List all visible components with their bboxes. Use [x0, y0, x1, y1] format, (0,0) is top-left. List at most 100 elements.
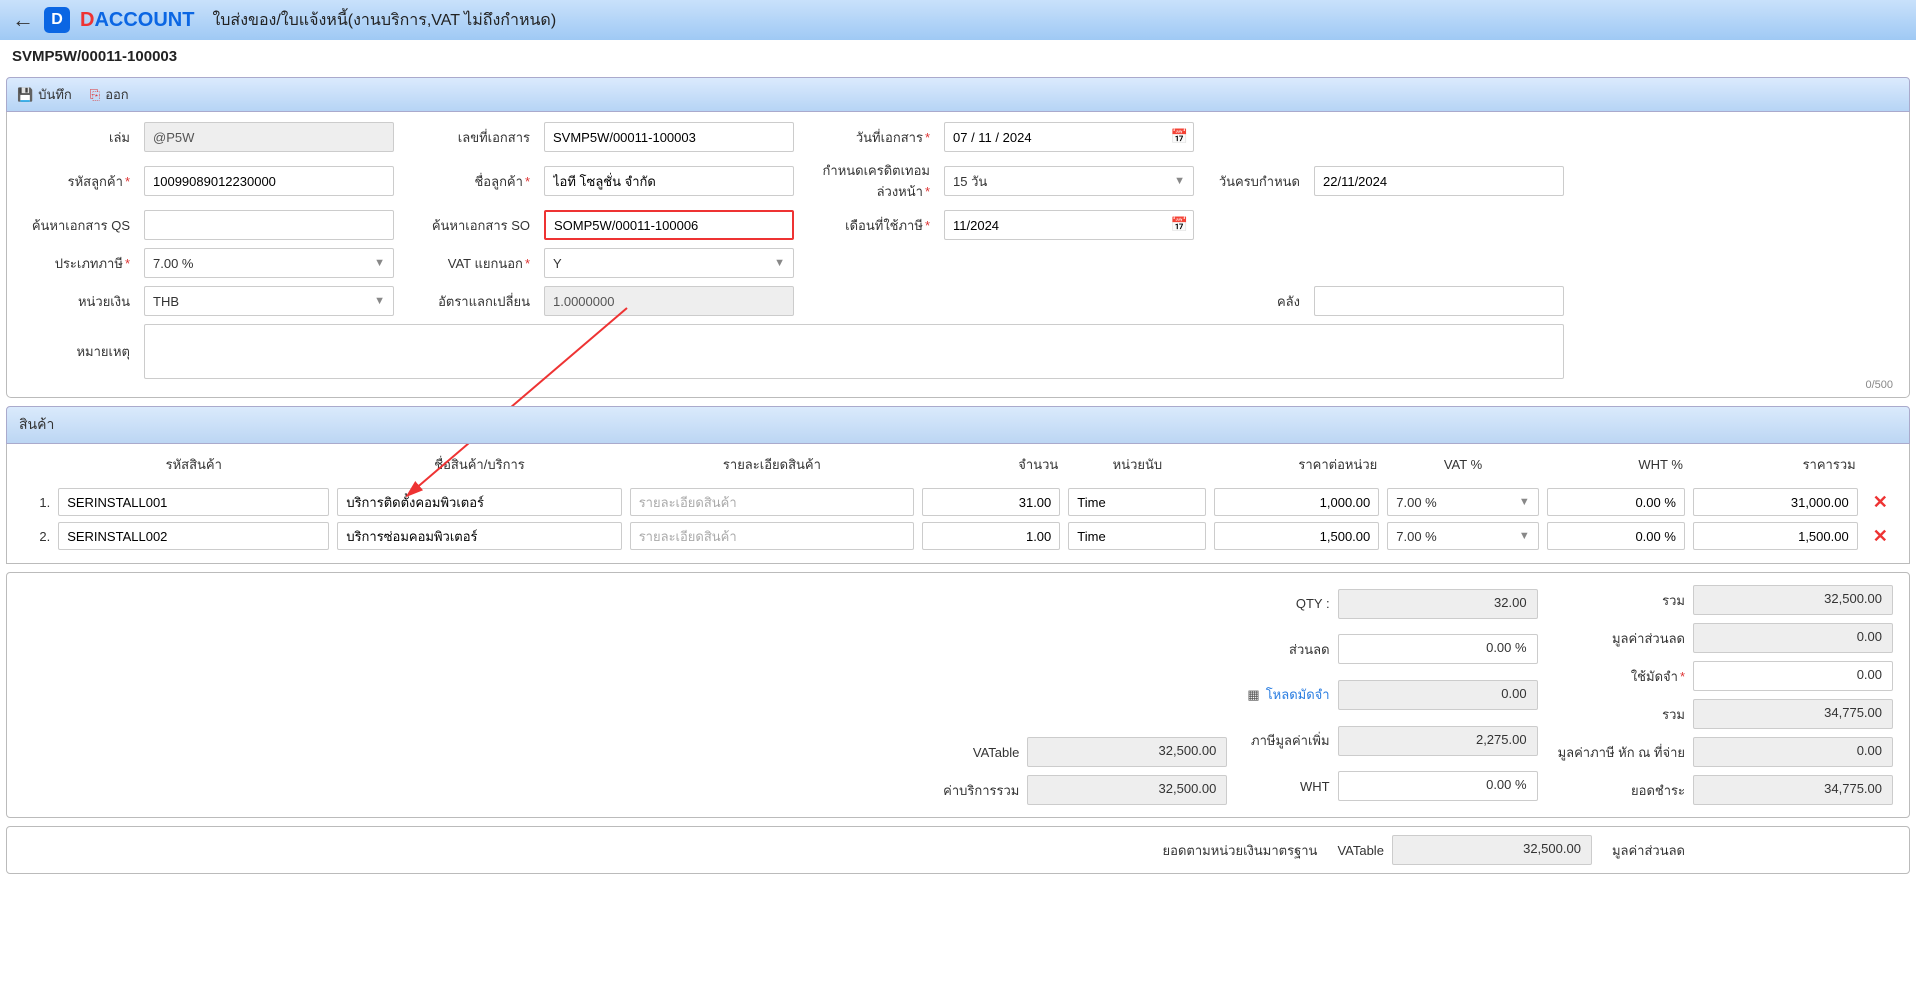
exrate-field	[544, 286, 794, 316]
col-unitprice: ราคาต่อหน่วย	[1210, 444, 1383, 485]
vatable-label: VATable	[943, 745, 1019, 760]
item-unitprice-field[interactable]	[1214, 488, 1379, 516]
exit-label: ออก	[105, 84, 129, 105]
searchqs-field[interactable]	[144, 210, 394, 240]
warehouse-field[interactable]	[1314, 286, 1564, 316]
table-icon: ▦	[1247, 687, 1259, 702]
chevron-down-icon: ▼	[1174, 175, 1185, 187]
delete-row-button[interactable]: ✕	[1862, 485, 1899, 519]
col-total: ราคารวม	[1689, 444, 1862, 485]
delete-row-button[interactable]: ✕	[1862, 519, 1899, 553]
docdate-label: วันที่เอกสาร	[804, 127, 934, 148]
exit-icon: ⎘	[90, 87, 100, 103]
book-field	[144, 122, 394, 152]
item-name-field[interactable]	[337, 488, 621, 516]
row-index: 1.	[17, 485, 54, 519]
table-row: 2. 7.00 %▼ ✕	[17, 519, 1899, 553]
item-qty-field[interactable]	[922, 522, 1060, 550]
vattype-select[interactable]: 7.00 %▼	[144, 248, 394, 278]
docdate-field[interactable]	[944, 122, 1194, 152]
item-unit-field[interactable]	[1068, 488, 1206, 516]
wht-value[interactable]: 0.00 %	[1338, 771, 1538, 801]
item-name-field[interactable]	[337, 522, 621, 550]
item-unit-field[interactable]	[1068, 522, 1206, 550]
items-section-header: สินค้า	[6, 406, 1910, 444]
app-logo-icon: D	[44, 7, 70, 33]
items-table: รหัสสินค้า ชื่อสินค้า/บริการ รายละเอียดส…	[17, 444, 1899, 553]
netpay-value: 34,775.00	[1693, 775, 1893, 805]
item-code-field[interactable]	[58, 522, 329, 550]
col-unit: หน่วยนับ	[1064, 444, 1210, 485]
calendar-icon[interactable]: 📅	[1171, 216, 1188, 233]
whtamt-label: มูลค่าภาษี หัก ณ ที่จ่าย	[1558, 742, 1685, 763]
qty-label: QTY :	[1247, 596, 1329, 611]
custname-label: ชื่อลูกค้า	[404, 171, 534, 192]
totals-col2: QTY : 32.00 ส่วนลด 0.00 % ▦โหลดมัดจำ 0.0…	[1247, 585, 1537, 805]
exit-button[interactable]: ⎘ ออก	[90, 84, 129, 105]
servicetotal-label: ค่าบริการรวม	[943, 780, 1019, 801]
searchqs-label: ค้นหาเอกสาร QS	[19, 215, 134, 236]
book-label: เล่ม	[19, 127, 134, 148]
qty-value: 32.00	[1338, 589, 1538, 619]
vat-value: 2,275.00	[1338, 726, 1538, 756]
item-unitprice-field[interactable]	[1214, 522, 1379, 550]
custcode-field[interactable]	[144, 166, 394, 196]
item-wht-field[interactable]	[1547, 488, 1685, 516]
ft-vatable-value: 32,500.00	[1392, 835, 1592, 865]
col-vat: VAT %	[1383, 444, 1542, 485]
currency-select[interactable]: THB▼	[144, 286, 394, 316]
discount-value[interactable]: 0.00 %	[1338, 634, 1538, 664]
remark-textarea[interactable]	[144, 324, 1564, 379]
col-name: ชื่อสินค้า/บริการ	[333, 444, 625, 485]
top-bar: ← D DACCOUNT ใบส่งของ/ใบแจ้งหนี้(งานบริก…	[0, 0, 1916, 40]
item-vat-select[interactable]: 7.00 %▼	[1387, 522, 1538, 550]
calendar-icon[interactable]: 📅	[1171, 128, 1188, 145]
std-label: ยอดตามหน่วยเงินมาตรฐาน	[1163, 840, 1318, 861]
item-total-field[interactable]	[1693, 522, 1858, 550]
table-row: 1. 7.00 %▼ ✕	[17, 485, 1899, 519]
col-wht: WHT %	[1543, 444, 1689, 485]
docno-field[interactable]	[544, 122, 794, 152]
item-wht-field[interactable]	[1547, 522, 1685, 550]
app-logo-text: DACCOUNT	[80, 9, 194, 32]
custcode-label: รหัสลูกค้า	[19, 171, 134, 192]
action-toolbar: 💾 บันทึก ⎘ ออก	[6, 77, 1910, 112]
item-code-field[interactable]	[58, 488, 329, 516]
item-vat-select[interactable]: 7.00 %▼	[1387, 488, 1538, 516]
sum-value: 32,500.00	[1693, 585, 1893, 615]
item-detail-field[interactable]	[630, 522, 914, 550]
save-button[interactable]: 💾 บันทึก	[17, 84, 72, 105]
item-total-field[interactable]	[1693, 488, 1858, 516]
chevron-down-icon: ▼	[774, 257, 785, 269]
vatsep-label: VAT แยกนอก	[404, 253, 534, 274]
discamt-value: 0.00	[1693, 623, 1893, 653]
col-detail: รายละเอียดสินค้า	[626, 444, 918, 485]
back-arrow-icon[interactable]: ←	[12, 7, 34, 33]
servicetotal-value: 32,500.00	[1027, 775, 1227, 805]
vatsep-select[interactable]: Y▼	[544, 248, 794, 278]
row-index: 2.	[17, 519, 54, 553]
loaddeposit-value: 0.00	[1338, 680, 1538, 710]
col-qty: จำนวน	[918, 444, 1064, 485]
duedate-field[interactable]	[1314, 166, 1564, 196]
discount-label: ส่วนลด	[1247, 639, 1329, 660]
usedeposit-value[interactable]: 0.00	[1693, 661, 1893, 691]
totals-panel: VATable 32,500.00 ค่าบริการรวม 32,500.00…	[6, 572, 1910, 818]
netpay-label: ยอดชำระ	[1558, 780, 1685, 801]
page-title: ใบส่งของ/ใบแจ้งหนี้(งานบริการ,VAT ไม่ถึง…	[212, 8, 556, 33]
loaddeposit-link[interactable]: ▦โหลดมัดจำ	[1247, 684, 1329, 705]
credit-select[interactable]: 15 วัน▼	[944, 166, 1194, 196]
footer-panel: ยอดตามหน่วยเงินมาตรฐาน VATable 32,500.00…	[6, 826, 1910, 874]
item-qty-field[interactable]	[922, 488, 1060, 516]
chevron-down-icon: ▼	[1519, 496, 1530, 508]
duedate-label: วันครบกำหนด	[1204, 171, 1304, 192]
warehouse-label: คลัง	[1204, 291, 1304, 312]
item-detail-field[interactable]	[630, 488, 914, 516]
discamt-label: มูลค่าส่วนลด	[1558, 628, 1685, 649]
taxmonth-field[interactable]	[944, 210, 1194, 240]
sum-label: รวม	[1558, 590, 1685, 611]
exrate-label: อัตราแลกเปลี่ยน	[404, 291, 534, 312]
remark-label: หมายเหตุ	[19, 341, 134, 362]
custname-field[interactable]	[544, 166, 794, 196]
searchso-field[interactable]	[544, 210, 794, 240]
